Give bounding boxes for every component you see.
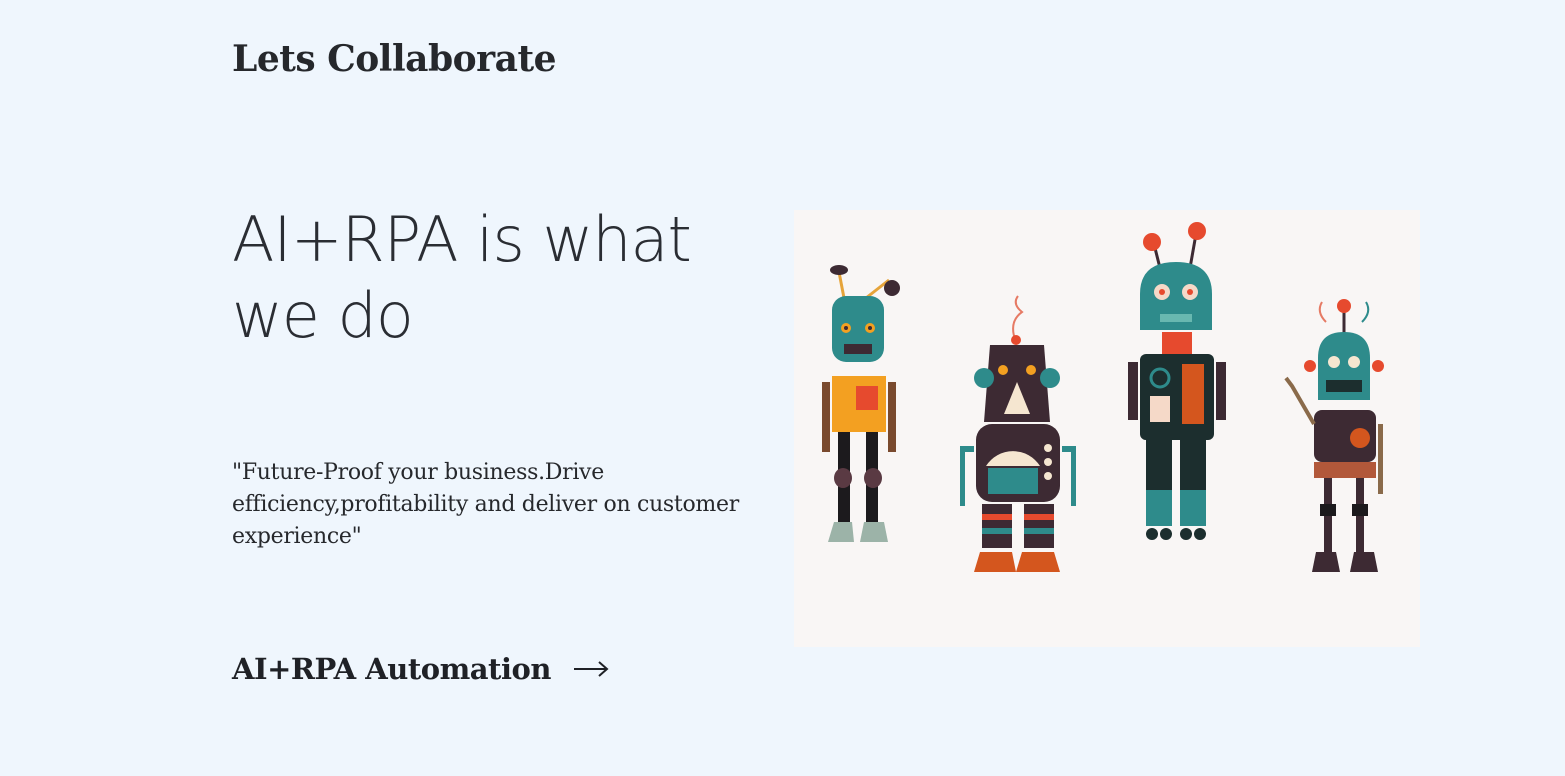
arrow-right-icon bbox=[573, 661, 609, 677]
brand-title[interactable]: Lets Collaborate bbox=[232, 38, 557, 80]
robot-waving-illustration bbox=[1284, 299, 1384, 572]
automation-link-label: AI+RPA Automation bbox=[232, 652, 551, 686]
robot-yellow-illustration bbox=[822, 265, 900, 542]
robots-illustration bbox=[794, 210, 1420, 647]
automation-link[interactable]: AI+RPA Automation bbox=[232, 652, 609, 686]
robot-tall-illustration bbox=[1128, 222, 1226, 540]
hero-headline: AI+RPA is what we do bbox=[232, 203, 692, 352]
hero-quote: "Future-Proof your business.Drive effici… bbox=[232, 460, 739, 549]
robot-radar-illustration bbox=[960, 295, 1076, 572]
